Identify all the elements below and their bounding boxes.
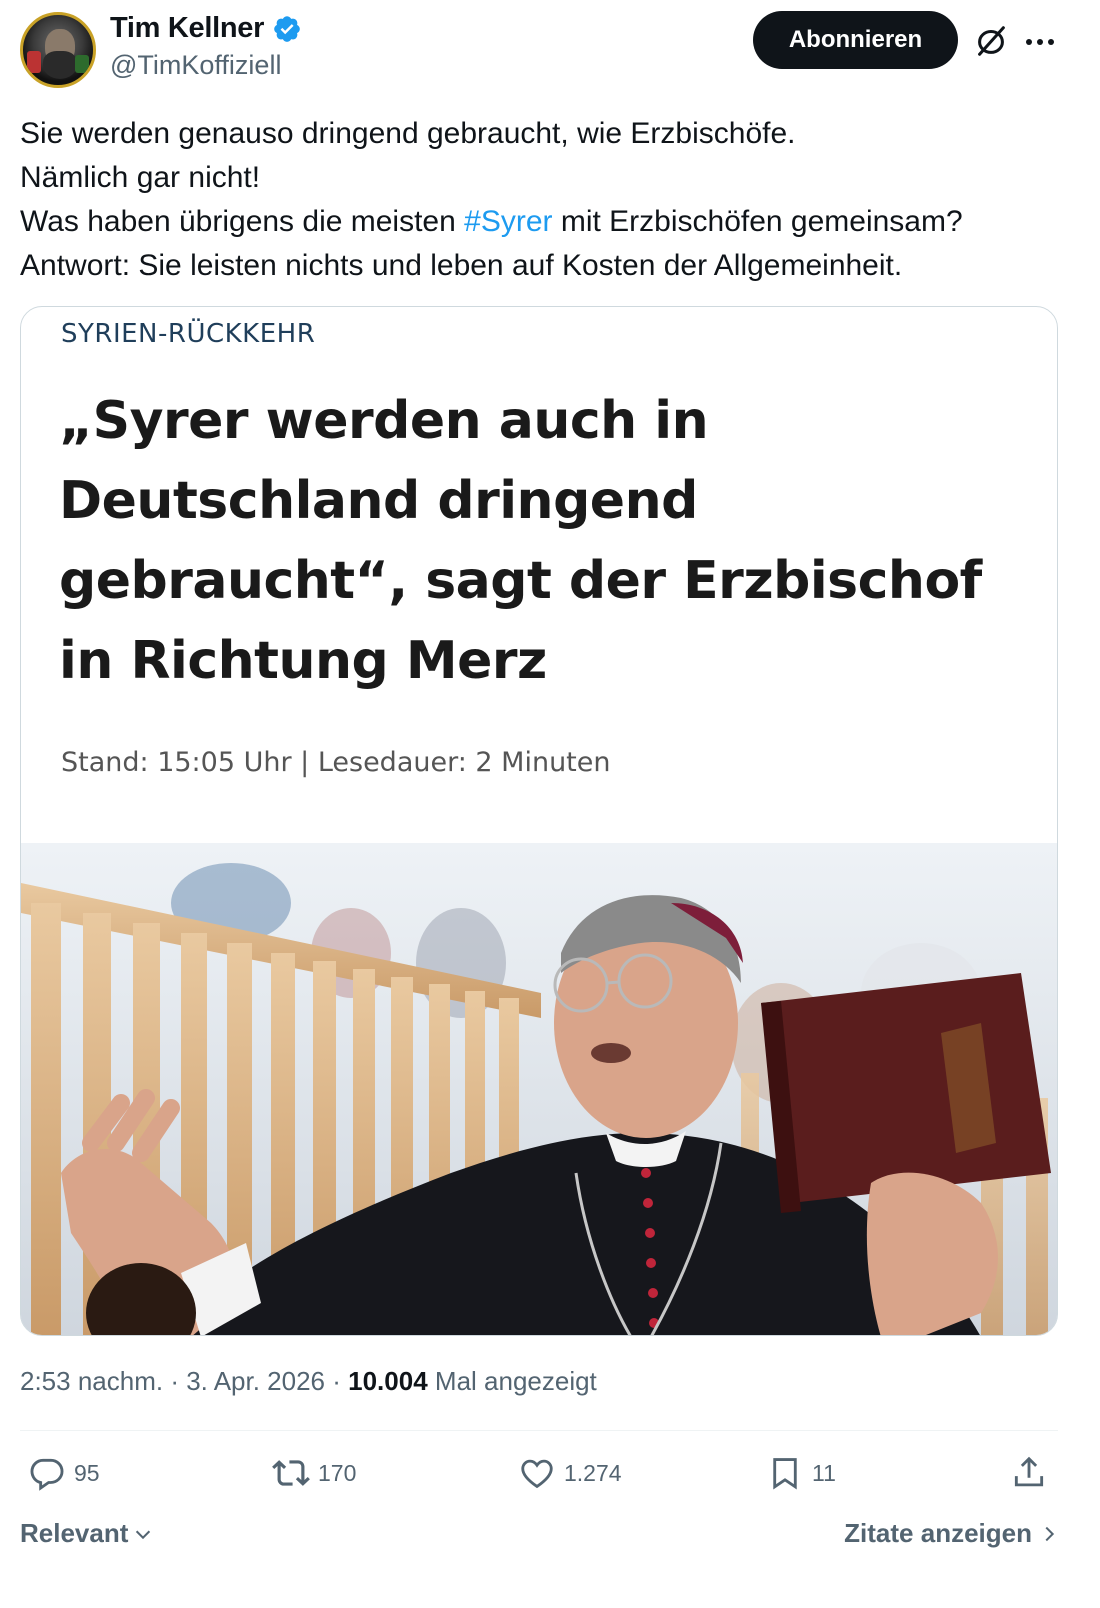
like-count: 1.274 (564, 1459, 622, 1486)
like-button[interactable]: 1.274 (518, 1454, 622, 1492)
tweet-line: Was haben übrigens die meisten #Syrer mi… (20, 200, 1080, 244)
replies-sort-row: Relevant Zitate anzeigen (20, 1514, 1060, 1554)
reply-button[interactable]: 95 (28, 1454, 100, 1492)
archbishop-photo-illustration (21, 843, 1057, 1335)
article-kicker: SYRIEN-RÜCKKEHR (61, 319, 316, 349)
reply-icon (30, 1458, 64, 1491)
headline-line: in Richtung Merz (59, 631, 547, 691)
tweet-date[interactable]: 3. Apr. 2026 (186, 1366, 325, 1396)
tweet-text-segment: Was haben übrigens die meisten (20, 205, 465, 238)
tweet-line: Sie werden genauso dringend gebraucht, w… (20, 117, 796, 150)
author-name-row[interactable]: Tim Kellner (110, 12, 302, 45)
headline-line: „Syrer werden auch in (59, 391, 709, 451)
display-name[interactable]: Tim Kellner (110, 12, 264, 45)
tweet-text: Sie werden genauso dringend gebraucht, w… (20, 112, 1080, 288)
tweet-line: Nämlich gar nicht! (20, 161, 261, 194)
avatar-beard (43, 51, 77, 79)
tweet-line: Antwort: Sie leisten nichts und leben au… (20, 249, 903, 282)
view-quotes-link[interactable]: Zitate anzeigen (844, 1518, 1060, 1549)
bookmark-count: 11 (812, 1459, 836, 1486)
avatar-patch (75, 55, 89, 73)
view-count: 10.004 (348, 1366, 428, 1396)
bookmark-icon (773, 1458, 797, 1490)
chevron-right-icon (1045, 1526, 1055, 1541)
headline-line: Deutschland dringend (59, 471, 698, 531)
separator-dot: · (170, 1366, 187, 1396)
chevron-down-icon (136, 1530, 151, 1539)
repost-icon (272, 1460, 310, 1486)
views-label: Mal angezeigt (434, 1366, 597, 1396)
tweet-timestamp-row: 2:53 nachm. · 3. Apr. 2026 · 10.004 Mal … (20, 1366, 597, 1397)
divider (20, 1430, 1058, 1431)
grok-slash-icon[interactable] (972, 22, 1010, 60)
media-card[interactable]: SYRIEN-RÜCKKEHR „Syrer werden auch in De… (20, 306, 1058, 1336)
heart-icon (521, 1459, 553, 1489)
headline-line: gebraucht“, sagt der Erzbischof (59, 551, 982, 611)
article-meta: Stand: 15:05 Uhr | Lesedauer: 2 Minuten (61, 747, 611, 778)
author-handle[interactable]: @TimKoffiziell (110, 50, 281, 81)
reply-count: 95 (74, 1459, 100, 1486)
subscribe-button[interactable]: Abonnieren (753, 11, 958, 69)
avatar-patch (27, 51, 41, 73)
hashtag-link[interactable]: #Syrer (464, 205, 552, 238)
article-photo[interactable] (21, 843, 1057, 1335)
sort-dropdown[interactable]: Relevant (20, 1518, 154, 1549)
tweet-time[interactable]: 2:53 nachm. (20, 1366, 163, 1396)
repost-count: 170 (318, 1459, 357, 1486)
repost-button[interactable]: 170 (272, 1454, 356, 1492)
share-icon (1014, 1456, 1044, 1487)
quotes-label: Zitate anzeigen (844, 1518, 1032, 1548)
separator-dot: · (332, 1366, 349, 1396)
verified-badge-icon (274, 15, 300, 42)
share-button[interactable] (1010, 1454, 1048, 1492)
tweet-text-segment: mit Erzbischöfen gemeinsam? (552, 205, 963, 238)
avatar[interactable] (20, 12, 96, 88)
article-headline: „Syrer werden auch in Deutschland dringe… (59, 381, 1019, 701)
sort-label: Relevant (20, 1518, 129, 1548)
action-bar: 95 170 1.274 11 (20, 1446, 1060, 1506)
more-dots-icon[interactable] (1022, 24, 1058, 60)
bookmark-button[interactable]: 11 (766, 1454, 836, 1492)
